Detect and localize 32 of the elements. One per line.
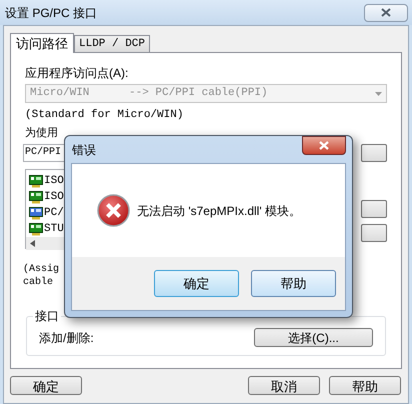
dialog-button[interactable]: 确定 xyxy=(154,270,239,297)
dropdown-arrow-icon xyxy=(375,92,382,96)
list-item[interactable]: STU xyxy=(44,222,64,236)
dialog-button[interactable]: 确定 xyxy=(10,376,82,395)
select-button[interactable]: 选择(C)... xyxy=(254,328,373,347)
side-button[interactable] xyxy=(361,200,387,218)
hint-text: (Standard for Micro/WIN) xyxy=(25,108,184,122)
list-item[interactable]: ISO xyxy=(44,174,64,188)
close-button[interactable] xyxy=(302,136,346,155)
list-item[interactable]: ISO xyxy=(44,190,64,204)
error-message: 无法启动 's7epMPIx.dll' 模块。 xyxy=(137,202,301,220)
field-label: 为使用 xyxy=(25,127,58,139)
field-label: 应用程序访问点(A): xyxy=(25,65,128,81)
side-button[interactable] xyxy=(361,224,387,242)
group-title: 接口 xyxy=(33,308,61,324)
close-icon xyxy=(381,8,391,17)
tab[interactable]: LLDP / DCP xyxy=(74,35,150,52)
dialog-title: 错误 xyxy=(72,142,96,158)
scroll-left-icon xyxy=(30,240,35,247)
window-title: 设置 PG/PC 接口 xyxy=(5,4,98,22)
dialog-button[interactable]: 帮助 xyxy=(329,376,401,395)
dialog-button[interactable]: 帮助 xyxy=(251,270,336,297)
close-icon xyxy=(319,141,329,150)
field-label: 添加/删除: xyxy=(39,330,94,346)
tab[interactable]: 访问路径 xyxy=(10,33,74,53)
error-icon xyxy=(97,194,130,227)
dialog-button[interactable]: 取消 xyxy=(248,376,320,395)
side-button[interactable] xyxy=(361,144,387,162)
description-text: (Assig xyxy=(23,263,60,276)
close-button[interactable] xyxy=(364,4,408,22)
description-text: cable xyxy=(23,276,54,289)
list-item[interactable]: PC/ xyxy=(44,206,64,220)
